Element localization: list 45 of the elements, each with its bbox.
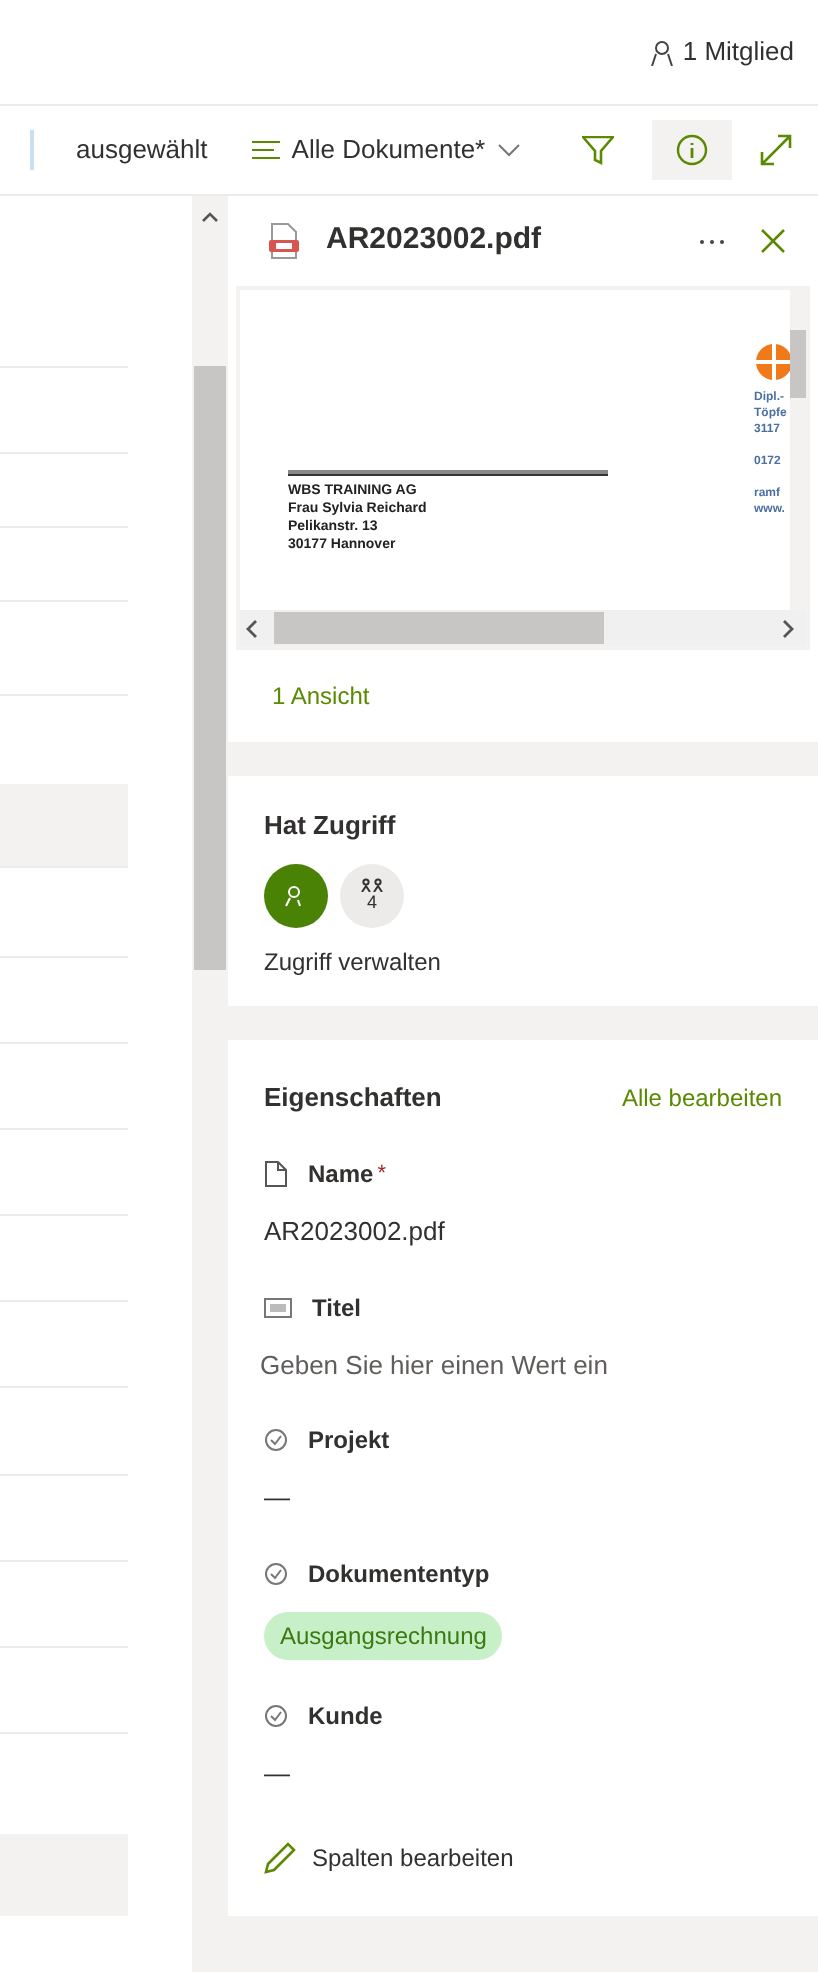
close-icon bbox=[760, 228, 786, 254]
field-label: Titel bbox=[312, 1291, 361, 1325]
field-label: Name bbox=[308, 1158, 374, 1192]
document-icon bbox=[264, 1160, 288, 1188]
edit-columns-button[interactable]: Spalten bearbeiten bbox=[264, 1840, 514, 1876]
document-type-tag[interactable]: Ausgangsrechnung bbox=[264, 1611, 503, 1659]
filter-icon bbox=[581, 135, 614, 165]
field-label: Dokumententyp bbox=[308, 1557, 490, 1591]
check-circle-icon bbox=[264, 1703, 288, 1727]
text-field-icon bbox=[264, 1297, 292, 1317]
view-selector[interactable]: Alle Dokumente* bbox=[251, 130, 520, 170]
manage-access-link[interactable]: Zugriff verwalten bbox=[264, 943, 782, 979]
file-name: AR2023002.pdf bbox=[326, 220, 542, 261]
view-count: 1 Ansicht bbox=[272, 680, 370, 714]
expand-icon bbox=[759, 134, 792, 166]
check-circle-icon bbox=[264, 1561, 288, 1585]
vertical-scrollbar[interactable] bbox=[790, 290, 806, 610]
required-mark: * bbox=[377, 1159, 386, 1190]
pdf-file-icon bbox=[268, 222, 300, 260]
scroll-right-icon bbox=[782, 619, 794, 637]
field-label: Projekt bbox=[308, 1424, 390, 1458]
lines-icon bbox=[251, 140, 280, 160]
pencil-icon bbox=[264, 1842, 296, 1874]
people-icon bbox=[360, 878, 384, 892]
group-avatar[interactable]: 4 bbox=[340, 863, 404, 927]
field-value[interactable]: AR2023002.pdf bbox=[264, 1212, 782, 1251]
scroll-left-icon bbox=[246, 619, 258, 637]
edit-all-link[interactable]: Alle bearbeiten bbox=[621, 1079, 782, 1115]
person-icon bbox=[650, 39, 675, 65]
selection-count: ausgewählt bbox=[30, 130, 208, 170]
field-value[interactable]: — bbox=[264, 1478, 782, 1517]
field-value[interactable]: — bbox=[264, 1753, 782, 1792]
close-button[interactable] bbox=[760, 228, 786, 254]
user-avatar[interactable] bbox=[264, 863, 328, 927]
field-label: Kunde bbox=[308, 1699, 383, 1733]
members-button[interactable]: 1 Mitglied bbox=[650, 32, 794, 72]
title-field[interactable]: Geben Sie hier einen Wert ein bbox=[260, 1345, 778, 1384]
section-title: Hat Zugriff bbox=[264, 808, 398, 844]
check-circle-icon bbox=[264, 1428, 288, 1452]
chevron-down-icon bbox=[497, 143, 520, 157]
info-icon bbox=[675, 134, 708, 166]
scrollbar[interactable] bbox=[192, 196, 228, 1972]
scroll-up-icon bbox=[202, 212, 218, 222]
section-title: Eigenschaften bbox=[264, 1079, 442, 1116]
info-button[interactable] bbox=[651, 120, 732, 180]
